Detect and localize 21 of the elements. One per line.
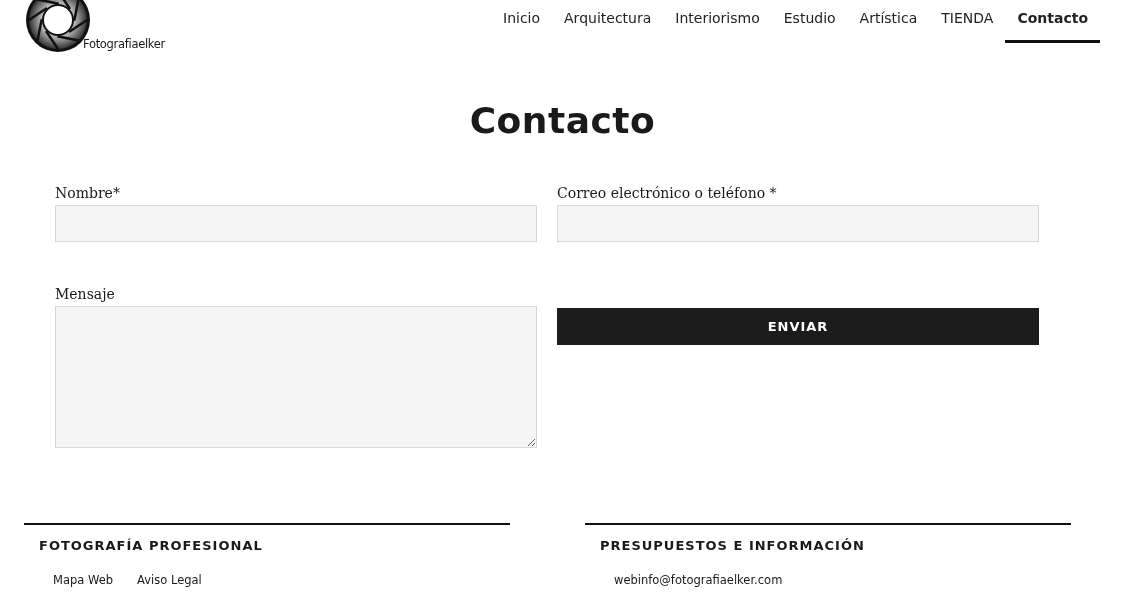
send-button[interactable]: ENVIAR [557,308,1039,345]
nav-link[interactable]: TIENDA [929,0,1006,43]
logo-text[interactable]: Fotografiaelker [83,37,165,51]
field-label: Nombre* [55,185,121,203]
nav-link[interactable]: Interiorismo [663,0,772,43]
footer-heading: PRESUPUESTOS E INFORMACIÓN [600,538,866,553]
field-label: Correo electrónico o teléfono * [557,185,778,203]
page-title: Contacto [468,101,657,141]
contact-field[interactable] [557,205,1039,242]
nav-link[interactable]: Estudio [771,0,848,43]
footer-heading: FOTOGRAFÍA PROFESIONAL [39,538,264,553]
nav-link[interactable]: Inicio [491,0,553,43]
footer-link[interactable]: Mapa Web [53,573,114,587]
name-field[interactable] [55,205,537,242]
message-field[interactable] [55,306,537,448]
field-label: Mensaje [55,286,116,304]
footer-link[interactable]: Aviso Legal [137,573,202,587]
nav-link[interactable]: Artística [847,0,930,43]
footer-link[interactable]: webinfo@fotografiaelker.com [614,573,783,587]
nav-link[interactable]: Contacto [1005,0,1100,43]
nav-link[interactable]: Arquitectura [552,0,664,43]
